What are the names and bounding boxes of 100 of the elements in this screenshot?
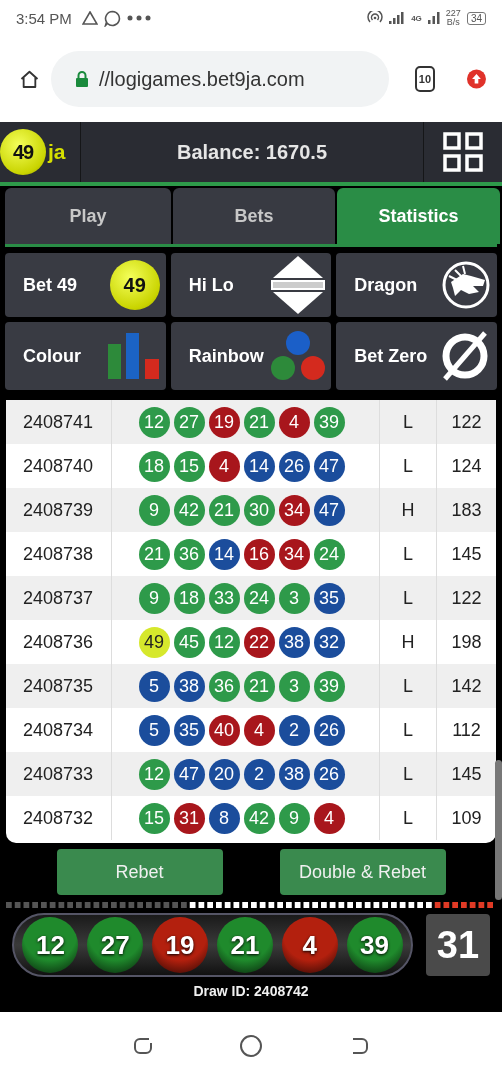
number-ball: 4	[278, 406, 310, 438]
lock-icon	[74, 71, 89, 87]
tab[interactable]: Statistics	[337, 188, 500, 244]
recents-icon[interactable]	[132, 1035, 155, 1057]
hilo-result: L	[403, 763, 413, 785]
speed-value: 227	[445, 9, 461, 18]
draw-number: 2408740	[23, 455, 94, 477]
hilo-result: L	[403, 587, 413, 609]
hilo-result: L	[403, 411, 413, 433]
number-ball: 31	[173, 802, 205, 834]
number-ball: 47	[313, 494, 345, 526]
number-ball: 35	[173, 714, 205, 746]
number-ball: 2	[278, 714, 310, 746]
sum-total: 31	[426, 914, 490, 976]
number-ball: 14	[208, 538, 240, 570]
number-ball: 3	[278, 582, 310, 614]
game-button[interactable]: Hi Lo	[170, 253, 332, 317]
game-button[interactable]: Bet Zero	[336, 322, 497, 390]
scrollbar[interactable]	[495, 760, 502, 900]
number-ball: 21	[243, 406, 275, 438]
number-ball: 14	[243, 450, 275, 482]
number-ball: 36	[173, 538, 205, 570]
chat-icon	[103, 9, 121, 27]
home-button-icon[interactable]	[239, 1034, 263, 1058]
number-ball: 34	[278, 494, 310, 526]
url-text: //logigames.bet9ja.com	[98, 67, 305, 91]
drawn-ball: 27	[87, 917, 144, 973]
tab[interactable]: Play	[5, 188, 171, 244]
up-down-arrows-icon	[271, 256, 326, 314]
game-label: Colour	[23, 345, 81, 367]
number-ball: 9	[278, 802, 310, 834]
address-bar[interactable]: //logigames.bet9ja.com	[50, 51, 389, 107]
number-ball: 15	[173, 450, 205, 482]
hilo-result: L	[403, 455, 413, 477]
drawn-ball: 21	[216, 917, 273, 973]
signal-icon	[389, 12, 406, 24]
game-label: Rainbow	[188, 345, 264, 367]
number-ball: 40	[208, 714, 240, 746]
number-ball: 45	[173, 626, 205, 658]
number-ball: 20	[208, 758, 240, 790]
draw-id: Draw ID: 2408742	[193, 983, 309, 999]
game-button[interactable]: Rainbow	[170, 322, 332, 390]
number-ball: 38	[173, 670, 205, 702]
number-ball: 38	[278, 626, 310, 658]
tab-count[interactable]: 10	[414, 66, 435, 92]
sum-value: 124	[451, 455, 482, 477]
drawn-ball: 4	[281, 917, 338, 973]
drawn-ball: 12	[22, 917, 79, 973]
hilo-result: H	[401, 631, 415, 653]
number-ball: 27	[173, 406, 205, 438]
number-ball: 26	[313, 714, 345, 746]
number-ball: 42	[243, 802, 275, 834]
game-button[interactable]: Colour	[5, 322, 166, 390]
game-button[interactable]: Dragon	[336, 253, 497, 317]
number-ball: 21	[138, 538, 170, 570]
sum-value: 112	[452, 719, 481, 741]
more-icon	[126, 15, 151, 21]
bar-chart-icon	[107, 333, 160, 379]
logo-text: ja	[48, 140, 66, 164]
number-ball: 5	[138, 714, 170, 746]
number-ball: 5	[138, 670, 170, 702]
balance-text: Balance: 1670.5	[176, 140, 328, 164]
hotspot-icon	[367, 11, 384, 25]
number-ball: 3	[278, 670, 310, 702]
draw-number: 2408735	[23, 675, 94, 697]
sum-value: 122	[451, 411, 482, 433]
number-ball: 39	[313, 670, 345, 702]
hilo-result: L	[403, 543, 413, 565]
draw-number: 2408739	[23, 499, 94, 521]
number-ball: 18	[138, 450, 170, 482]
signal-icon	[427, 12, 440, 24]
action-button[interactable]: Rebet	[56, 849, 223, 895]
number-ball: 12	[208, 626, 240, 658]
draw-number: 2408738	[23, 543, 94, 565]
game-label: Bet 49	[23, 274, 78, 296]
grid-icon[interactable]	[443, 132, 483, 172]
number-ball: 47	[313, 450, 345, 482]
number-ball: 9	[138, 494, 170, 526]
number-ball: 49	[138, 626, 170, 658]
hilo-result: L	[403, 719, 413, 741]
draw-number: 2408737	[23, 587, 94, 609]
number-ball: 22	[243, 626, 275, 658]
draw-number: 2408736	[23, 631, 94, 653]
number-ball: 33	[208, 582, 240, 614]
game-button[interactable]: Bet 49 49	[5, 253, 166, 317]
number-ball: 15	[138, 802, 170, 834]
number-ball: 12	[138, 406, 170, 438]
draw-number: 2408733	[23, 763, 94, 785]
three-circles-icon	[271, 331, 326, 381]
game-label: Bet Zero	[354, 345, 428, 367]
number-ball: 47	[173, 758, 205, 790]
draw-number: 2408734	[23, 719, 94, 741]
number-ball: 18	[173, 582, 205, 614]
draw-number: 2408732	[23, 807, 94, 829]
action-button[interactable]: Double & Rebet	[279, 849, 446, 895]
number-ball: 12	[138, 758, 170, 790]
tab[interactable]: Bets	[173, 188, 335, 244]
sum-value: 183	[451, 499, 482, 521]
number-ball: 24	[243, 582, 275, 614]
number-ball: 26	[278, 450, 310, 482]
